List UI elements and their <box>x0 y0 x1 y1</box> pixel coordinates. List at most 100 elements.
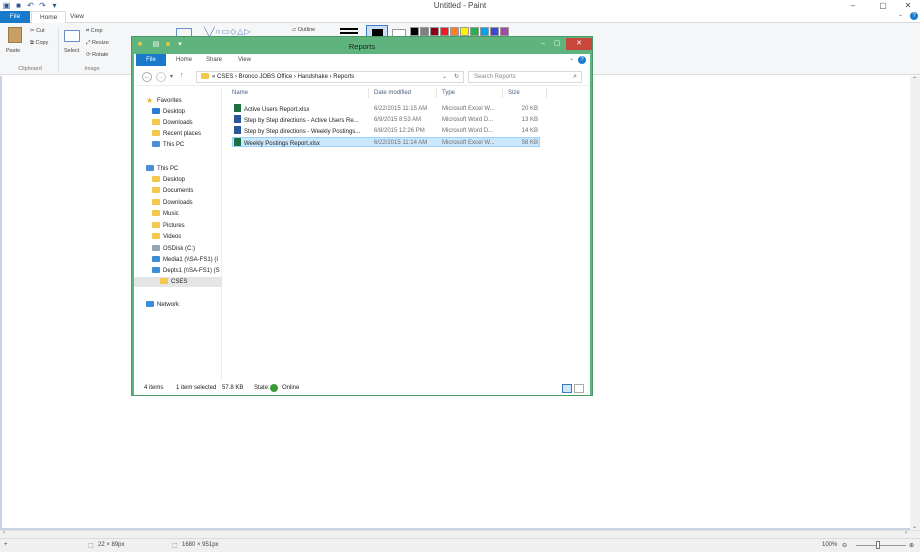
nav-pc-depts1[interactable]: Depts1 (\\SA-FS1) (S <box>152 266 222 276</box>
explorer-tab-view[interactable]: View <box>238 54 251 66</box>
column-type[interactable]: Type <box>442 90 455 96</box>
nav-fav-desktop[interactable]: Desktop <box>152 107 185 117</box>
nav-item-label: Depts1 (\\SA-FS1) (S <box>163 268 220 274</box>
nav-pc-downloads[interactable]: Downloads <box>152 198 193 208</box>
file-size: 14 KB <box>521 128 538 134</box>
nav-fav-downloads[interactable]: Downloads <box>152 118 193 128</box>
shapes-gallery[interactable]: ╲╱○▭◇△▷ <box>204 27 284 36</box>
scroll-left-icon[interactable]: ‹ <box>3 530 5 536</box>
tab-file[interactable]: File <box>0 11 30 23</box>
nav-pc-desktop[interactable]: Desktop <box>152 175 185 185</box>
palette-swatch[interactable] <box>480 27 489 36</box>
nav-pc-osdisk[interactable]: OSDisk (C:) <box>152 244 195 254</box>
column-size[interactable]: Size <box>508 90 520 96</box>
explorer-tab-share[interactable]: Share <box>206 54 222 66</box>
nav-pc-music[interactable]: Music <box>152 209 179 219</box>
explorer-close-button[interactable]: ✕ <box>566 38 592 50</box>
palette-swatch[interactable] <box>410 27 419 36</box>
resize-label: Resize <box>91 40 109 46</box>
tab-view[interactable]: View <box>62 11 92 23</box>
nav-fav-thispc[interactable]: This PC <box>152 140 184 150</box>
file-row-selected[interactable]: Weekly Postings Report.xlsx 6/22/2015 11… <box>232 137 540 147</box>
close-button[interactable]: ✕ <box>896 0 920 11</box>
crop-button[interactable]: ⌗ Crop <box>86 28 103 35</box>
column-name[interactable]: Name <box>232 90 248 96</box>
vertical-scrollbar[interactable]: ⌃ ⌄ <box>910 76 920 530</box>
file-size: 58 KB <box>521 140 538 146</box>
file-size: 13 KB <box>521 117 538 123</box>
palette-swatch[interactable] <box>500 27 509 36</box>
help-icon[interactable]: ? <box>910 12 918 20</box>
nav-pc-documents[interactable]: Documents <box>152 186 193 196</box>
explorer-tab-home[interactable]: Home <box>176 54 192 66</box>
ribbon-tabs: File Home View ⌃ ? <box>0 11 920 24</box>
recent-locations-icon[interactable]: ▾ <box>170 73 173 80</box>
desktop-icon <box>152 108 160 114</box>
maximize-button[interactable]: ▢ <box>872 0 894 11</box>
palette-swatch[interactable] <box>420 27 429 36</box>
cut-button[interactable]: ✂ Cut <box>30 28 45 34</box>
column-date-modified[interactable]: Date modified <box>374 90 411 96</box>
nav-pc-pictures[interactable]: Pictures <box>152 221 185 231</box>
paste-button[interactable]: Paste <box>6 48 20 54</box>
network-drive-icon <box>152 256 160 262</box>
refresh-icon[interactable]: ↻ <box>454 72 459 82</box>
rotate-button[interactable]: ⟳ Rotate <box>86 52 108 58</box>
nav-fav-recent[interactable]: Recent places <box>152 129 201 139</box>
drive-icon <box>152 245 160 251</box>
collapse-ribbon-icon[interactable]: ⌃ <box>898 14 903 21</box>
nav-pc-videos[interactable]: Videos <box>152 232 181 242</box>
large-icons-view-button[interactable] <box>574 384 584 393</box>
palette-swatch[interactable] <box>460 27 469 36</box>
word-file-icon <box>234 126 241 134</box>
zoom-slider-thumb[interactable] <box>876 541 880 549</box>
image-size-icon: ⬚ <box>172 543 178 549</box>
back-button[interactable]: ← <box>142 72 152 82</box>
computer-icon <box>146 165 154 171</box>
search-icon[interactable]: ⌕ <box>573 72 577 82</box>
scroll-down-icon[interactable]: ⌄ <box>912 523 917 530</box>
forward-button[interactable]: → <box>156 72 166 82</box>
scroll-up-icon[interactable]: ⌃ <box>912 76 917 83</box>
palette-swatch[interactable] <box>430 27 439 36</box>
minimize-button[interactable]: – <box>842 0 864 11</box>
file-row[interactable]: Step by Step directions - Active Users R… <box>232 115 540 125</box>
nav-favorites[interactable]: ★ Favorites <box>146 96 182 106</box>
nav-pc-media1[interactable]: Media1 (\\SA-FS1) (I <box>152 255 222 265</box>
file-row[interactable]: Active Users Report.xlsx 6/22/2015 11:15… <box>232 104 540 114</box>
explorer-tab-file[interactable]: File <box>136 54 166 66</box>
select-button[interactable]: Select <box>64 48 79 54</box>
palette-swatch[interactable] <box>490 27 499 36</box>
zoom-out-icon[interactable]: ⊖ <box>842 542 847 549</box>
size-icon[interactable] <box>340 28 358 30</box>
zoom-in-icon[interactable]: ⊕ <box>909 542 914 549</box>
nav-item-label: This PC <box>163 142 185 148</box>
file-row[interactable]: Step by Step directions - Weekly Posting… <box>232 126 540 136</box>
palette-swatch[interactable] <box>450 27 459 36</box>
nav-cses[interactable]: CSES <box>134 277 222 287</box>
resize-button[interactable]: ⤢ Resize <box>86 40 109 47</box>
explorer-help-icon[interactable]: ? <box>578 56 586 64</box>
palette-swatch[interactable] <box>470 27 479 36</box>
nav-network-label: Network <box>157 302 180 308</box>
address-input[interactable]: « CSES › Bronco JOBS Office › Handshake … <box>196 71 464 83</box>
up-icon[interactable]: ↑ <box>180 72 184 79</box>
nav-item-label: Desktop <box>163 109 186 115</box>
recent-places-icon <box>152 130 160 136</box>
details-view-button[interactable] <box>562 384 572 393</box>
search-input[interactable]: Search Reports ⌕ <box>468 71 582 83</box>
explorer-maximize-button[interactable]: ▢ <box>548 38 566 50</box>
scroll-right-icon[interactable]: › <box>905 530 907 536</box>
nav-thispc[interactable]: This PC <box>146 164 178 174</box>
zoom-slider[interactable] <box>856 541 906 549</box>
outline-button[interactable]: ▱ Outline <box>292 27 315 33</box>
nav-network[interactable]: Network <box>146 300 179 310</box>
horizontal-scrollbar[interactable]: ‹ › <box>0 530 920 538</box>
palette-swatch[interactable] <box>440 27 449 36</box>
expand-ribbon-icon[interactable]: ⌄ <box>569 55 574 62</box>
paste-icon[interactable] <box>8 27 22 43</box>
address-dropdown-icon[interactable]: ⌄ <box>442 72 447 82</box>
select-icon[interactable] <box>64 30 80 42</box>
address-bar-row: ← → ▾ ↑ « CSES › Bronco JOBS Office › Ha… <box>134 68 590 86</box>
copy-button[interactable]: ⧉ Copy <box>30 40 48 47</box>
